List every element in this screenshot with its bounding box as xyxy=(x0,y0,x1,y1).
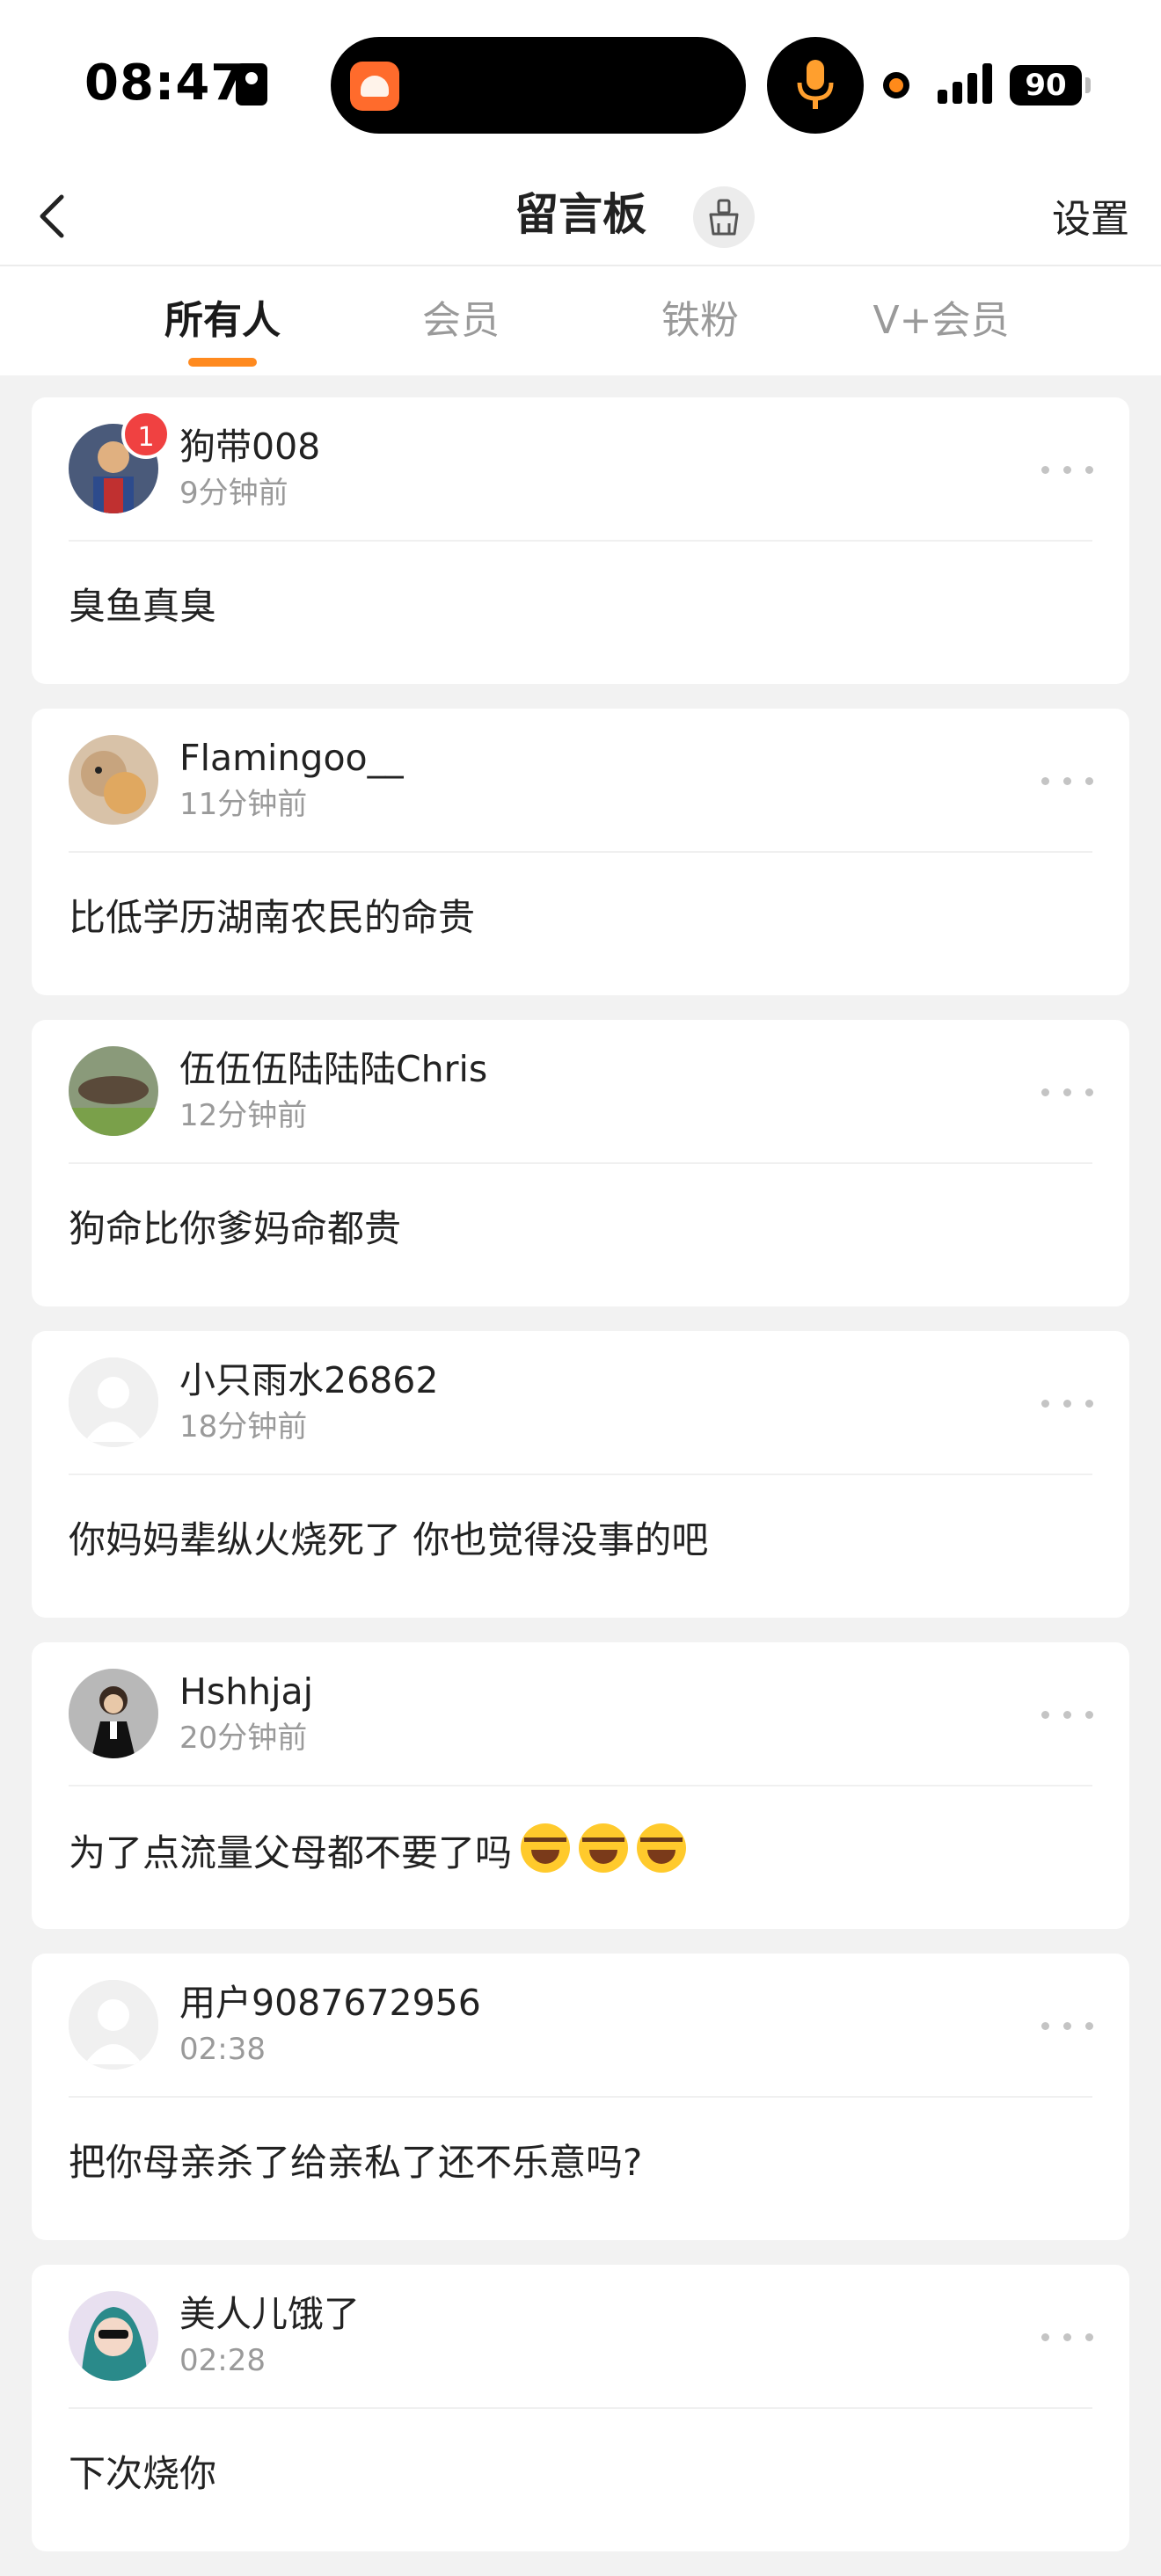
crying-laughing-emoji-icon xyxy=(579,1823,629,1873)
divider xyxy=(69,1785,1092,1786)
comment-card: Flamingoo__ 11分钟前 比低学历湖南农民的命贵 xyxy=(32,709,1129,995)
cellular-signal-icon xyxy=(938,63,992,104)
comment-timestamp: 18分钟前 xyxy=(179,1409,308,1444)
comment-username[interactable]: 狗带008 xyxy=(179,422,320,471)
settings-button[interactable]: 设置 xyxy=(1052,188,1129,251)
crying-laughing-emoji-icon xyxy=(637,1823,687,1873)
comment-timestamp: 02:38 xyxy=(179,2032,266,2067)
more-options-icon[interactable] xyxy=(1041,457,1094,484)
tab-members[interactable]: 会员 xyxy=(420,293,501,349)
comment-username[interactable]: Flamingoo__ xyxy=(179,733,404,782)
dynamic-island[interactable] xyxy=(331,37,746,134)
comment-card: Hshhjaj 20分钟前 为了点流量父母都不要了吗 xyxy=(32,1642,1129,1929)
divider xyxy=(69,1162,1092,1164)
comment-card: 用户9087672956 02:38 把你母亲杀了给亲私了还不乐意吗? xyxy=(32,1954,1129,2240)
comment-message: 比低学历湖南农民的命贵 xyxy=(69,896,476,939)
microphone-icon xyxy=(797,60,834,109)
comment-card: 1 狗带008 9分钟前 臭鱼真臭 xyxy=(32,397,1129,684)
comment-message: 臭鱼真臭 xyxy=(69,585,217,628)
more-options-icon[interactable] xyxy=(1041,1080,1094,1106)
comment-username[interactable]: 用户9087672956 xyxy=(179,1978,481,2027)
status-bar: 08:47 90 xyxy=(0,0,1161,167)
divider xyxy=(69,540,1092,542)
avatar-photo-icon[interactable] xyxy=(69,735,158,825)
comment-username[interactable]: 小只雨水26862 xyxy=(179,1356,438,1405)
more-options-icon[interactable] xyxy=(1041,1702,1094,1728)
clear-broom-icon[interactable] xyxy=(693,186,755,248)
active-tab-indicator xyxy=(188,358,257,367)
comment-timestamp: 12分钟前 xyxy=(179,1098,308,1133)
comment-username[interactable]: 美人儿饿了 xyxy=(179,2289,360,2339)
comment-message: 下次烧你 xyxy=(69,2452,217,2495)
microphone-indicator xyxy=(767,37,864,134)
comment-timestamp: 9分钟前 xyxy=(179,476,288,511)
status-time: 08:47 xyxy=(84,55,246,112)
avatar-photo-icon[interactable] xyxy=(69,2291,158,2381)
tab-iron-fans[interactable]: 铁粉 xyxy=(660,293,741,349)
default-avatar-icon[interactable] xyxy=(69,1357,158,1447)
navigation-bar: 留言板 设置 xyxy=(0,167,1161,266)
divider xyxy=(69,2096,1092,2098)
crying-laughing-emoji-icon xyxy=(521,1823,571,1873)
comment-card: 伍伍伍陆陆陆Chris 12分钟前 狗命比你爹妈命都贵 xyxy=(32,1020,1129,1306)
comment-timestamp: 11分钟前 xyxy=(179,787,308,822)
page-title: 留言板 xyxy=(515,189,646,240)
divider xyxy=(69,851,1092,853)
notification-badge: 1 xyxy=(121,410,171,459)
comment-message: 把你母亲杀了给亲私了还不乐意吗? xyxy=(69,2141,643,2184)
comment-timestamp: 20分钟前 xyxy=(179,1721,308,1756)
more-options-icon[interactable] xyxy=(1041,2325,1094,2351)
more-options-icon[interactable] xyxy=(1041,1391,1094,1417)
comment-timestamp: 02:28 xyxy=(179,2343,266,2378)
default-avatar-icon[interactable] xyxy=(69,1980,158,2070)
tab-all[interactable]: 所有人 xyxy=(164,293,281,349)
battery-tip xyxy=(1085,77,1091,93)
comment-username[interactable]: Hshhjaj xyxy=(179,1667,313,1716)
divider xyxy=(69,1474,1092,1475)
avatar-photo-icon[interactable] xyxy=(69,1669,158,1758)
divider xyxy=(69,2407,1092,2409)
comment-message: 狗命比你爹妈命都贵 xyxy=(69,1207,402,1250)
more-options-icon[interactable] xyxy=(1041,2013,1094,2040)
comment-list: 1 狗带008 9分钟前 臭鱼真臭 Flamingoo__ 11分钟前 比低学历… xyxy=(32,397,1129,2576)
comment-username[interactable]: 伍伍伍陆陆陆Chris xyxy=(179,1044,487,1094)
filter-tabs: 所有人 会员 铁粉 V+会员 xyxy=(0,266,1161,375)
battery-indicator: 90 xyxy=(1010,65,1082,106)
back-arrow-icon[interactable] xyxy=(26,185,79,248)
more-options-icon[interactable] xyxy=(1041,768,1094,795)
recording-dot-icon xyxy=(883,72,909,98)
comment-message: 你妈妈辈纵火烧死了 你也觉得没事的吧 xyxy=(69,1518,709,1561)
contact-card-icon xyxy=(236,63,267,106)
comment-message: 为了点流量父母都不要了吗 xyxy=(69,1823,687,1881)
app-live-activity-icon xyxy=(350,62,399,111)
comment-card: 美人儿饿了 02:28 下次烧你 xyxy=(32,2265,1129,2551)
comment-card: 小只雨水26862 18分钟前 你妈妈辈纵火烧死了 你也觉得没事的吧 xyxy=(32,1331,1129,1618)
comment-message-text: 为了点流量父母都不要了吗 xyxy=(69,1831,513,1874)
tab-vplus-members[interactable]: V+会员 xyxy=(871,293,1011,349)
avatar-photo-icon[interactable] xyxy=(69,1046,158,1136)
